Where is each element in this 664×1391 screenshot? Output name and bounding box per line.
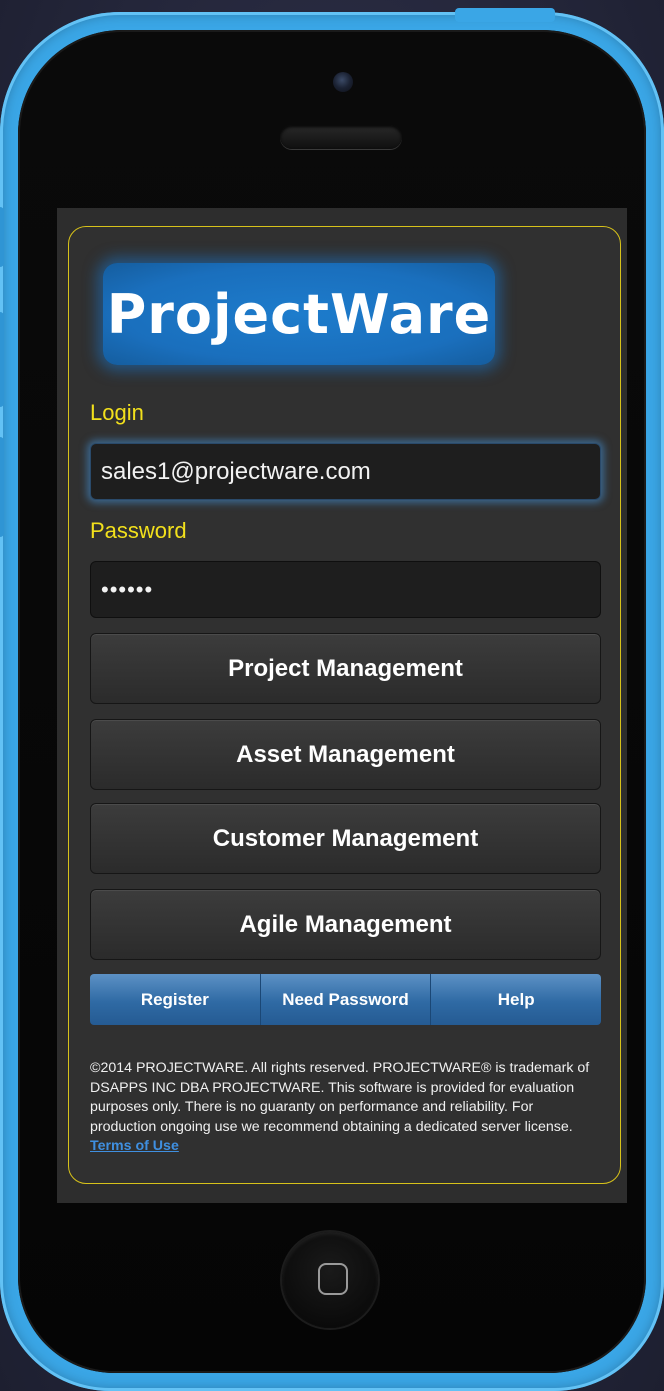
speaker-grille bbox=[280, 125, 402, 149]
volume-up-button bbox=[0, 312, 4, 407]
need-password-button[interactable]: Need Password bbox=[260, 974, 432, 1025]
register-button[interactable]: Register bbox=[90, 974, 261, 1025]
volume-down-button bbox=[0, 437, 4, 537]
logo-text: ProjectWare bbox=[106, 282, 492, 346]
camera-icon bbox=[333, 72, 353, 92]
copyright-notice: ©2014 PROJECTWARE. All rights reserved. … bbox=[90, 1059, 595, 1157]
login-label: Login bbox=[90, 400, 144, 425]
asset-management-button[interactable]: Asset Management bbox=[90, 719, 601, 790]
customer-management-button[interactable]: Customer Management bbox=[90, 803, 601, 874]
login-input[interactable]: sales1@projectware.com bbox=[90, 443, 601, 500]
power-button bbox=[455, 8, 555, 22]
projectware-logo: ProjectWare bbox=[103, 263, 495, 365]
mute-switch bbox=[0, 207, 4, 267]
home-icon bbox=[318, 1263, 348, 1295]
password-label: Password bbox=[90, 518, 187, 543]
login-panel bbox=[68, 226, 621, 1184]
help-button[interactable]: Help bbox=[431, 974, 601, 1025]
terms-of-use-link[interactable]: Terms of Use bbox=[90, 1138, 179, 1154]
project-management-button[interactable]: Project Management bbox=[90, 633, 601, 704]
agile-management-button[interactable]: Agile Management bbox=[90, 889, 601, 960]
password-input[interactable]: •••••• bbox=[90, 561, 601, 618]
copyright-text: ©2014 PROJECTWARE. All rights reserved. … bbox=[90, 1060, 590, 1135]
action-tabbar: Register Need Password Help bbox=[90, 974, 601, 1025]
